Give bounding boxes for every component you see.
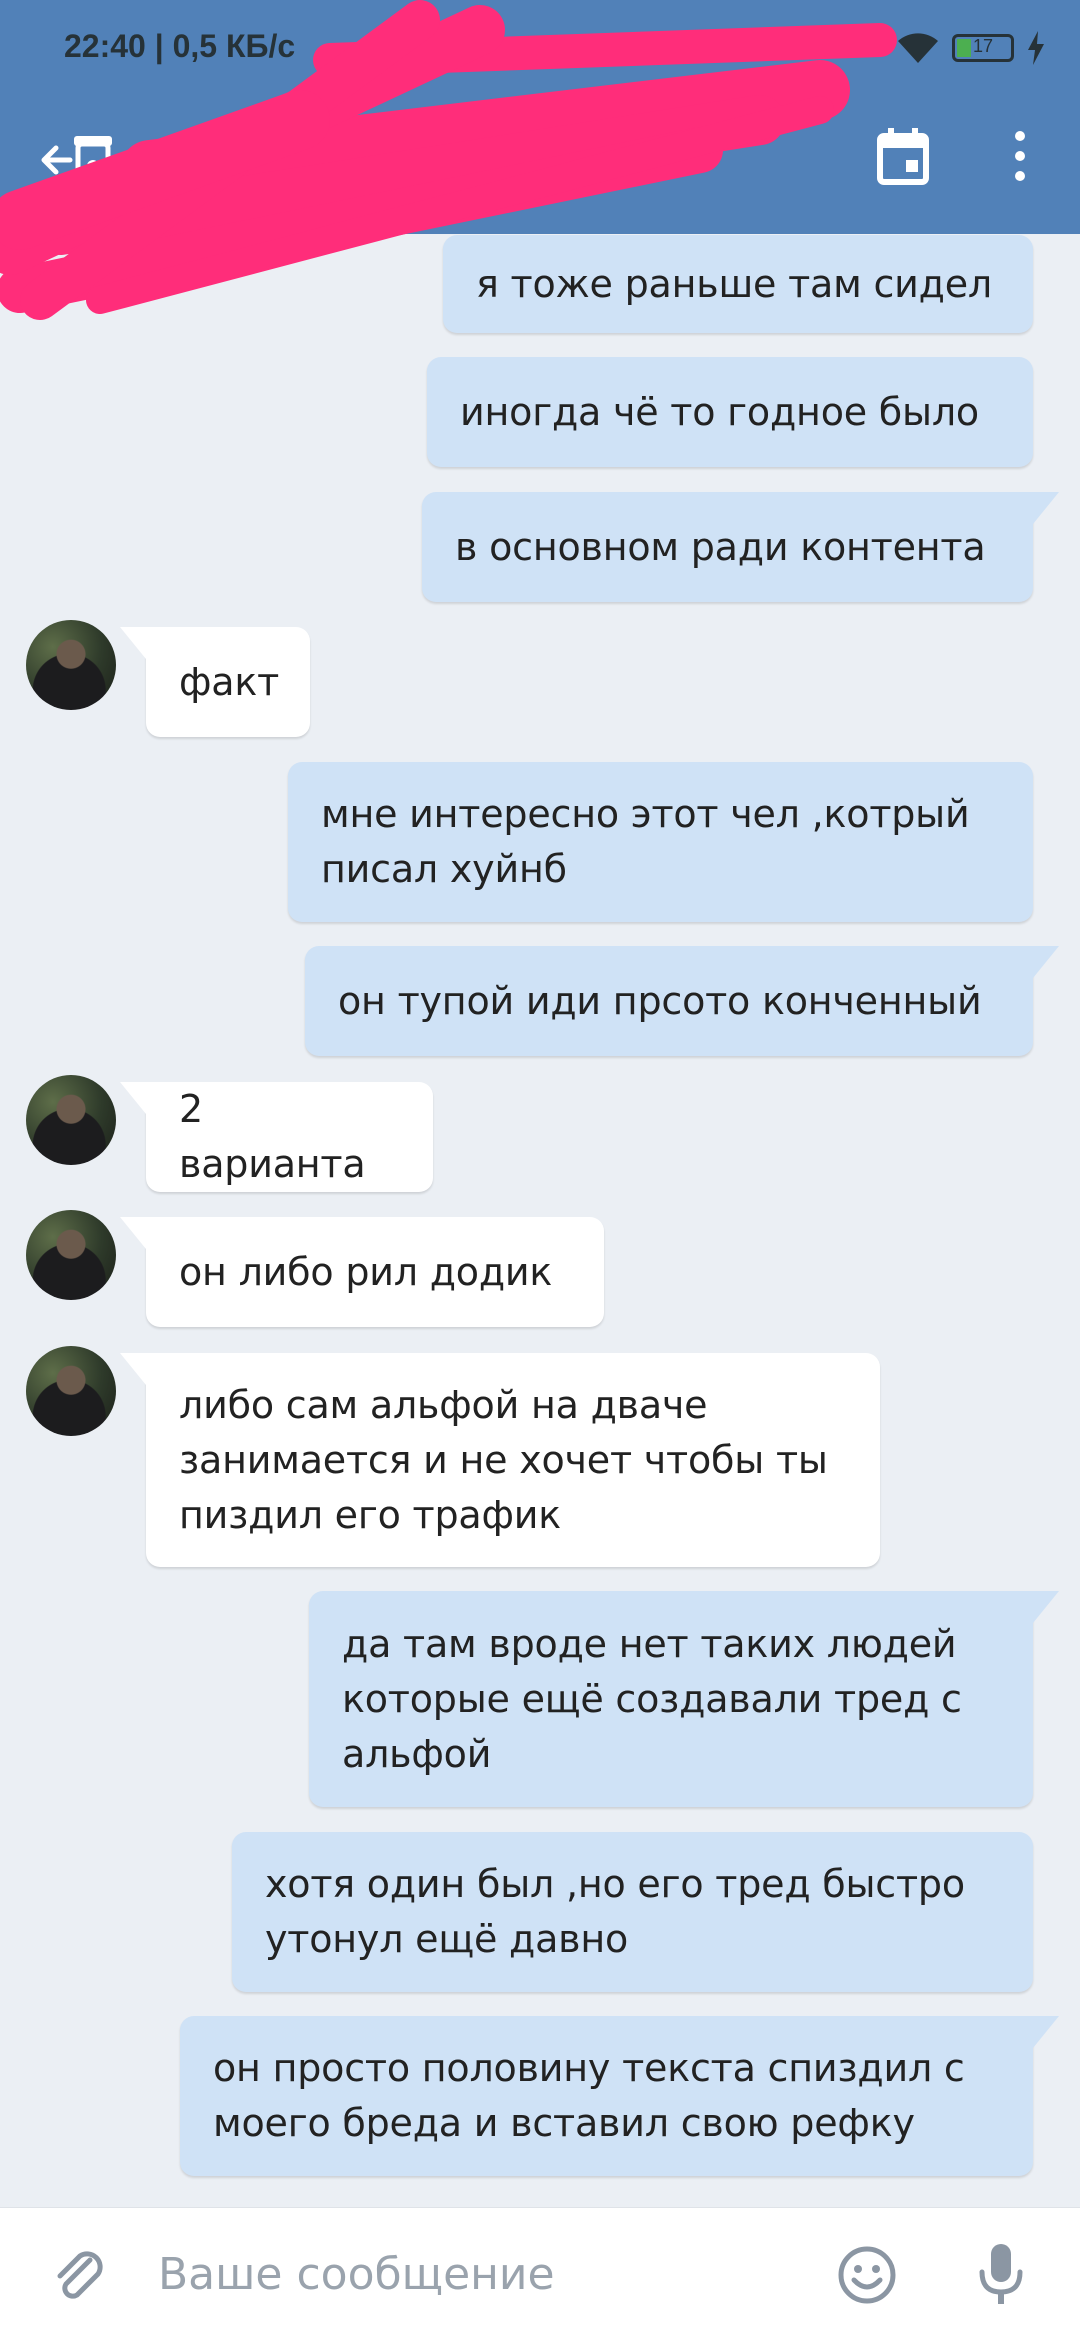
- more-vert-icon[interactable]: [1000, 126, 1040, 186]
- message-text: он просто половину текста спиздил с моег…: [213, 2046, 965, 2145]
- message-bubble-incoming[interactable]: факт: [120, 627, 310, 737]
- toolbar: [0, 96, 1080, 234]
- status-bar-info: 22:40 | 0,5 КБ/с: [64, 28, 296, 64]
- contact-avatar[interactable]: [26, 1210, 116, 1300]
- message-composer: [0, 2207, 1080, 2340]
- message-text: хотя один был ,но его тред быстро утонул…: [265, 1862, 965, 1961]
- message-bubble-outgoing[interactable]: он тупой иди прсото конченный: [305, 946, 1059, 1056]
- charging-icon: [1028, 31, 1044, 65]
- message-bubble-outgoing[interactable]: я тоже раньше там сидел: [443, 235, 1033, 333]
- message-bubble-outgoing[interactable]: в основном ради контента: [422, 492, 1059, 602]
- contact-avatar[interactable]: [26, 620, 116, 710]
- wifi-icon: [898, 33, 938, 63]
- message-text: я тоже раньше там сидел: [476, 261, 992, 306]
- message-bubble-outgoing[interactable]: он просто половину текста спиздил с моег…: [180, 2016, 1059, 2176]
- message-bubble-outgoing[interactable]: мне интересно этот чел ,котрый писал хуй…: [288, 762, 1033, 922]
- contact-avatar[interactable]: [26, 1075, 116, 1165]
- status-time: 22:40: [64, 28, 146, 64]
- message-text: мне интересно этот чел ,котрый писал хуй…: [321, 792, 970, 891]
- message-bubble-incoming[interactable]: 2 варианта: [120, 1082, 433, 1192]
- message-bubble-outgoing[interactable]: хотя один был ,но его тред быстро утонул…: [232, 1832, 1033, 1992]
- message-text: факт: [179, 659, 280, 704]
- emoji-icon[interactable]: [838, 2246, 896, 2304]
- status-bar: 22:40 | 0,5 КБ/с 17: [0, 0, 1080, 96]
- message-bubble-outgoing[interactable]: иногда чё то годное было: [427, 357, 1033, 467]
- calendar-icon[interactable]: [876, 126, 930, 186]
- message-bubble-incoming[interactable]: либо сам альфой на дваче занимается и не…: [120, 1353, 880, 1567]
- message-text: он тупой иди прсото конченный: [338, 978, 982, 1023]
- back-icon[interactable]: [40, 126, 116, 196]
- attach-icon[interactable]: [50, 2246, 110, 2306]
- message-input[interactable]: [156, 2238, 800, 2310]
- status-icons: 17: [896, 28, 1046, 68]
- message-text: иногда чё то годное было: [460, 389, 979, 434]
- battery-icon: 17: [952, 34, 1014, 62]
- battery-level: 17: [972, 36, 994, 56]
- app-header: 22:40 | 0,5 КБ/с 17: [0, 0, 1080, 234]
- message-text: 2 варианта: [179, 1087, 366, 1186]
- message-text: либо сам альфой на дваче занимается и не…: [179, 1382, 828, 1537]
- mic-icon[interactable]: [976, 2242, 1026, 2308]
- message-bubble-incoming[interactable]: он либо рил додик: [120, 1217, 604, 1327]
- message-text: он либо рил додик: [179, 1249, 553, 1294]
- network-speed: 0,5 КБ/с: [172, 28, 296, 64]
- message-text: в основном ради контента: [455, 524, 986, 569]
- message-bubble-outgoing[interactable]: да там вроде нет таких людей которые ещё…: [309, 1591, 1059, 1807]
- contact-avatar[interactable]: [26, 1346, 116, 1436]
- message-text: да там вроде нет таких людей которые ещё…: [342, 1621, 962, 1776]
